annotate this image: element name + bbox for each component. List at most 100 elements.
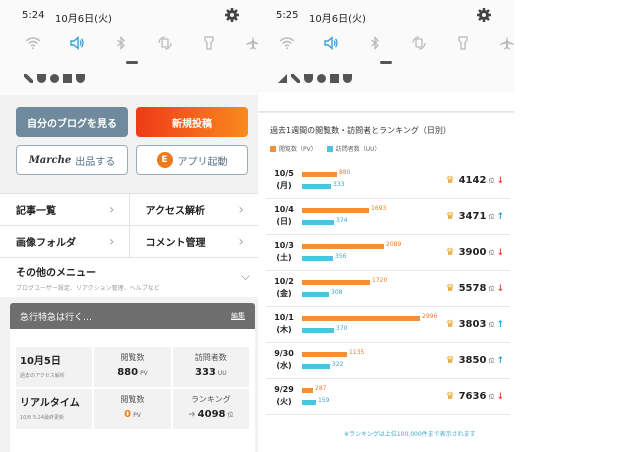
app-icon xyxy=(63,74,72,83)
uu-bar xyxy=(302,184,331,189)
stat-uu-cell: 訪問者数 333 UU xyxy=(172,347,249,387)
ranking-note: ※ランキングは上位100,000件まで表示されます xyxy=(344,431,476,438)
pv-value-label: 1720 xyxy=(372,277,388,284)
sound-icon[interactable] xyxy=(320,32,342,54)
daily-row[interactable]: 9/30 (水) 1135 322 ♛ 3850 位 ↑ xyxy=(266,343,510,379)
stat-uu-label: 訪問者数 xyxy=(194,353,227,362)
rank-value: 3850 xyxy=(458,355,487,366)
weekly-stats-card: 過去1週間の閲覧数・訪問者とランキング（日別） 閲覧数（PV） 訪問者数（UU）… xyxy=(258,113,514,452)
crown-icon: ♛ xyxy=(445,247,455,258)
row-date-value: 9/30 xyxy=(274,349,294,358)
rank-suffix: 位 xyxy=(488,250,495,257)
crown-icon: ♛ xyxy=(445,355,455,366)
rank-value: 3900 xyxy=(458,247,487,258)
access-stats-card: 10月5日 過去のアクセス解析 閲覧数 880 PV 訪問者数 333 UU リアル… xyxy=(10,329,255,452)
row-day-value: (金) xyxy=(276,289,292,298)
menu-item-images[interactable]: 画像フォルダ › xyxy=(0,226,129,257)
shade-handle[interactable] xyxy=(380,61,392,64)
pv-value-label: 287 xyxy=(315,385,327,392)
row-date-value: 10/2 xyxy=(274,277,294,286)
status-date: 10月6日(火) xyxy=(55,14,112,25)
chevron-down-icon: ⌵ xyxy=(240,269,250,283)
chevron-right-icon: › xyxy=(108,201,115,218)
stat-date-cell[interactable]: 10月5日 過去のアクセス解析 xyxy=(16,347,93,387)
realtime-pv-value: 0 xyxy=(124,409,132,420)
bluetooth-icon[interactable] xyxy=(110,32,132,54)
daily-row[interactable]: 9/29 (火) 287 159 ♛ 7636 位 ↓ xyxy=(266,379,510,415)
menu-row: 画像フォルダ › コメント管理 › xyxy=(0,225,258,257)
arrow-up-icon: ↑ xyxy=(496,211,504,222)
tools-icon xyxy=(24,74,33,83)
row-day-value: (火) xyxy=(276,397,292,406)
pv-value-label: 1135 xyxy=(349,349,365,356)
daily-row[interactable]: 10/3 (土) 2089 356 ♛ 3900 位 ↓ xyxy=(266,235,510,271)
menu-item-articles[interactable]: 記事一覧 › xyxy=(0,194,129,225)
rank-box: ♛ 3850 位 ↑ xyxy=(442,343,510,378)
marche-listing-button[interactable]: Marche 出品する xyxy=(16,145,128,175)
app-icon xyxy=(330,74,339,83)
wifi-icon[interactable] xyxy=(22,32,44,54)
sound-icon[interactable] xyxy=(66,32,88,54)
menu-item-analytics[interactable]: アクセス解析 › xyxy=(128,194,259,225)
stat-uu-unit: UU xyxy=(217,370,227,377)
daily-row[interactable]: 10/1 (木) 2996 370 ♛ 3803 位 ↑ xyxy=(266,307,510,343)
daily-row[interactable]: 10/5 (月) 880 333 ♛ 4142 位 ↓ xyxy=(266,163,510,199)
rank-box: ♛ 4142 位 ↓ xyxy=(442,163,510,198)
daily-row[interactable]: 10/2 (金) 1720 308 ♛ 5578 位 ↓ xyxy=(266,271,510,307)
airplane-icon[interactable] xyxy=(496,32,514,54)
row-date-value: 9/29 xyxy=(274,385,294,394)
pv-value-label: 1693 xyxy=(371,205,387,212)
stat-grid: 10月5日 過去のアクセス解析 閲覧数 880 PV 訪問者数 333 UU リアル… xyxy=(16,347,249,431)
crown-icon: ♛ xyxy=(445,211,455,222)
gear-icon[interactable] xyxy=(476,7,492,23)
menu-item-comments[interactable]: コメント管理 › xyxy=(128,226,259,257)
stat-row-realtime: リアルタイム 10/6 5:24最終更新 閲覧数 0 PV ランキング ➜ 4098… xyxy=(16,389,249,429)
bluetooth-icon[interactable] xyxy=(364,32,386,54)
airplane-icon[interactable] xyxy=(242,32,258,54)
wifi-icon[interactable] xyxy=(276,32,298,54)
shield-check-icon xyxy=(343,74,352,83)
ranking-cell[interactable]: ランキング ➜ 4098 位 xyxy=(172,389,249,429)
blog-edit-link[interactable]: 編集 xyxy=(231,311,245,321)
rank-suffix: 位 xyxy=(488,394,495,401)
flashlight-icon[interactable] xyxy=(452,32,474,54)
pv-value-label: 880 xyxy=(339,169,351,176)
realtime-pv-cell: 閲覧数 0 PV xyxy=(94,389,171,429)
rotate-icon[interactable] xyxy=(408,32,430,54)
gear-icon[interactable] xyxy=(224,7,240,23)
marche-label: 出品する xyxy=(75,156,116,168)
new-post-button[interactable]: 新規投稿 xyxy=(136,107,248,137)
legend-label-pv: 閲覧数（PV） xyxy=(279,146,317,153)
left-phone-screen: 5:24 10月6日(火) 自分のブログを見る 新規投稿 Marche 出品する… xyxy=(0,0,258,452)
rank-value: 4142 xyxy=(458,175,487,186)
menu-row: 記事一覧 › アクセス解析 › xyxy=(0,193,258,225)
rank-value: 3471 xyxy=(458,211,487,222)
notification-shade: 5:25 10月6日(火) xyxy=(258,0,514,92)
realtime-updated: 10/6 5:24最終更新 xyxy=(20,415,65,421)
shade-handle[interactable] xyxy=(126,61,138,64)
daily-row[interactable]: 10/4 (日) 1693 374 ♛ 3471 位 ↑ xyxy=(266,199,510,235)
rotate-icon[interactable] xyxy=(154,32,176,54)
arrow-up-icon: ↑ xyxy=(496,355,504,366)
row-date-value: 10/3 xyxy=(274,241,294,250)
ranking-label: ランキング xyxy=(190,395,231,404)
app-launch-button[interactable]: E アプリ起動 xyxy=(136,145,248,175)
weekly-stats-title: 過去1週間の閲覧数・訪問者とランキング（日別） xyxy=(270,126,451,135)
rank-box: ♛ 3471 位 ↑ xyxy=(442,199,510,234)
legend-label-uu: 訪問者数（UU） xyxy=(335,146,381,153)
notification-shade: 5:24 10月6日(火) xyxy=(0,0,258,95)
my-blog-button[interactable]: 自分のブログを見る xyxy=(16,107,128,137)
flashlight-icon[interactable] xyxy=(198,32,220,54)
stat-uu-value: 333 xyxy=(194,367,216,378)
page-strip xyxy=(258,92,514,112)
other-menu[interactable]: その他のメニュー ブログユーザー設定、リアクション管理、ヘルプなど ⌵ xyxy=(0,257,258,297)
notification-icons xyxy=(24,74,85,83)
pv-bar xyxy=(302,280,370,285)
row-date-value: 10/1 xyxy=(274,313,294,322)
rank-box: ♛ 3900 位 ↓ xyxy=(442,235,510,270)
stat-date-sub: 過去のアクセス解析 xyxy=(20,373,65,379)
pv-bar xyxy=(302,352,347,357)
realtime-cell[interactable]: リアルタイム 10/6 5:24最終更新 xyxy=(16,389,93,429)
crown-icon: ♛ xyxy=(445,391,455,402)
tools-icon xyxy=(291,74,300,83)
